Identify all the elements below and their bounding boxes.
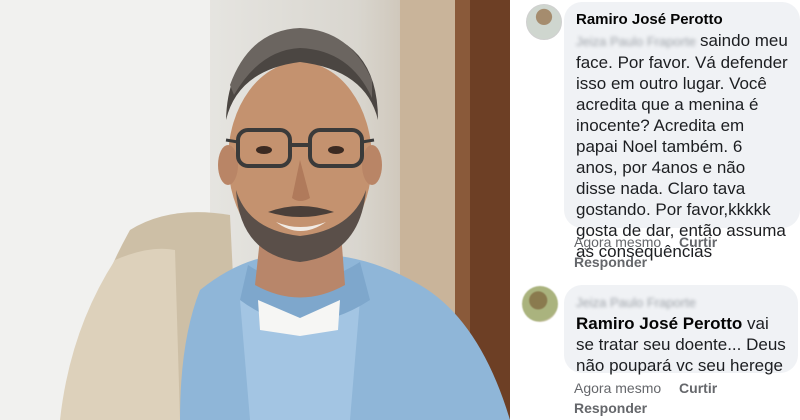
comment-author[interactable]: Ramiro José Perotto (576, 10, 788, 30)
comment-timestamp[interactable]: Agora mesmo (574, 380, 661, 396)
comment-bubble: Jeiza Paulo Fraporte Ramiro José Perotto… (564, 285, 798, 376)
like-button[interactable]: Curtir (679, 380, 717, 396)
selfie-illustration (0, 0, 510, 420)
comment-actions: Agora mesmo Curtir Responder (574, 378, 794, 418)
tagged-user[interactable]: Ramiro José Perotto (576, 314, 742, 333)
comment-text: Ramiro José Perotto vai se tratar seu do… (576, 313, 786, 376)
blurred-mention[interactable]: Jeiza Paulo Fraporte (576, 31, 696, 52)
avatar[interactable] (526, 4, 562, 40)
comment-timestamp[interactable]: Agora mesmo (574, 234, 661, 250)
comment-actions: Agora mesmo Curtir Responder (574, 232, 794, 272)
comment-text: Jeiza Paulo Fraporte saindo meu face. Por… (576, 30, 788, 262)
reply-button[interactable]: Responder (574, 398, 794, 418)
reply-button[interactable]: Responder (574, 252, 794, 272)
comment-body: saindo meu face. Por favor. Vá defender … (576, 31, 788, 261)
comment-bubble: Ramiro José Perotto Jeiza Paulo Fraporte… (564, 2, 800, 261)
comments-panel: Ramiro José Perotto Jeiza Paulo Fraporte… (510, 0, 800, 420)
avatar[interactable] (522, 286, 558, 322)
like-button[interactable]: Curtir (679, 234, 717, 250)
comment-author[interactable]: Jeiza Paulo Fraporte (576, 293, 786, 313)
selfie-photo (0, 0, 510, 420)
